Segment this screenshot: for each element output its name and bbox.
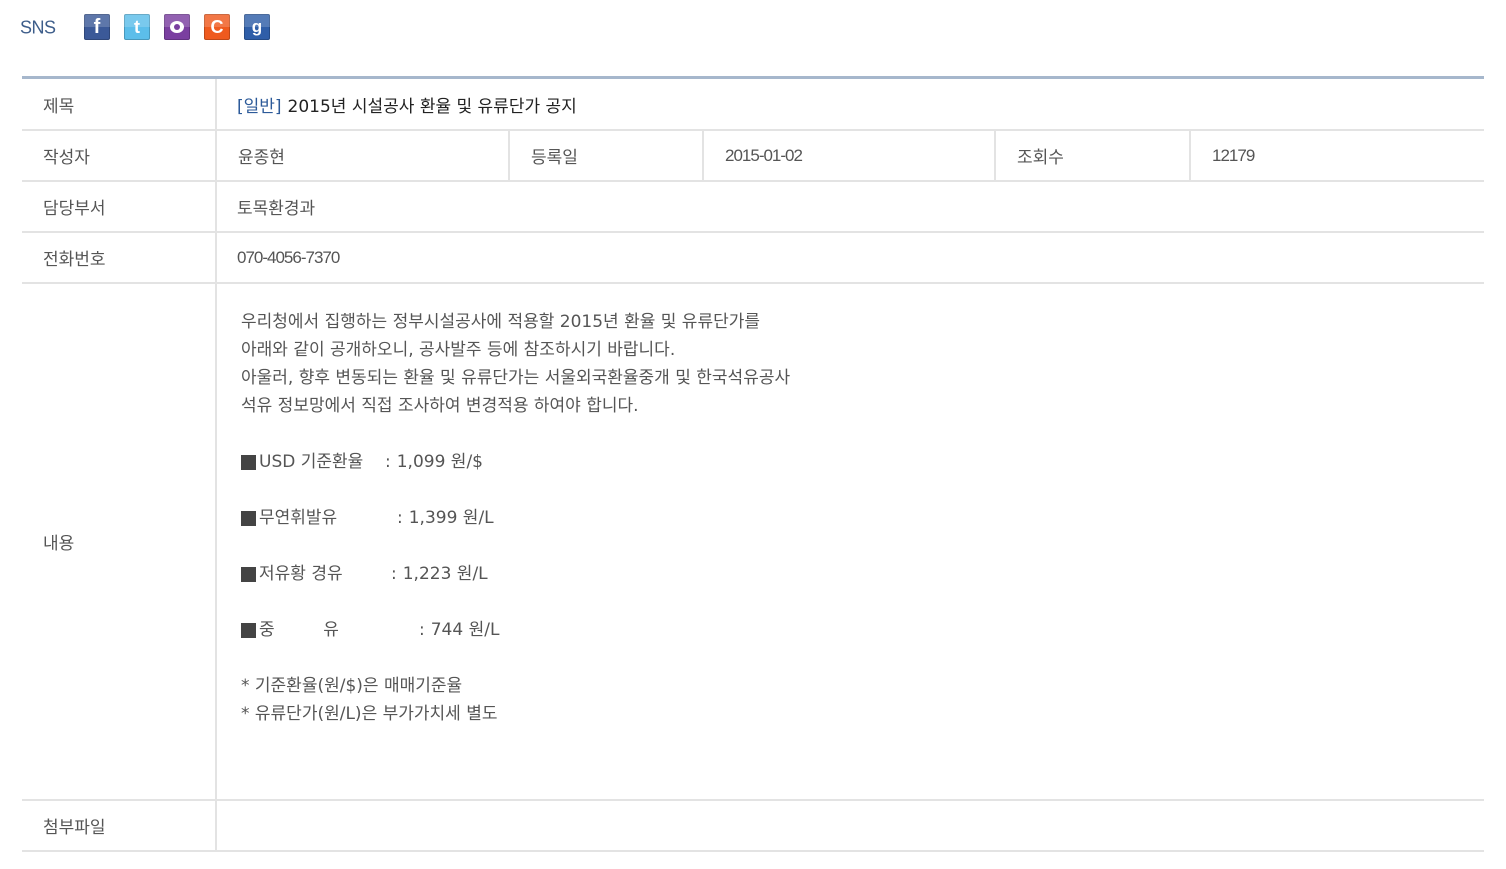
note-line: * 유류단가(원/L)은 부가가치세 별도 xyxy=(241,704,498,724)
sns-icon-group: f t C g xyxy=(84,14,270,40)
dept-value: 토목환경과 xyxy=(237,199,316,219)
rate-value: 744 원/L xyxy=(430,620,500,640)
views-value: 12179 xyxy=(1212,145,1255,165)
content-body: 우리청에서 집행하는 정부시설공사에 적용할 2015년 환율 및 유류단가를 … xyxy=(217,284,1484,799)
attachment-label: 첨부파일 xyxy=(22,801,217,850)
kakaostory-icon[interactable] xyxy=(164,14,190,40)
phone-label: 전화번호 xyxy=(22,233,217,282)
dept-label: 담당부서 xyxy=(22,182,217,231)
rate-heavy-oil: 중 유 : 744 원/L xyxy=(241,616,1484,644)
attachment-row: 첨부파일 xyxy=(22,801,1484,852)
attachment-value xyxy=(217,801,1484,850)
content-label: 내용 xyxy=(22,284,217,799)
square-bullet-icon xyxy=(241,454,256,470)
rate-value: 1,099 원/$ xyxy=(396,452,483,472)
rate-diesel: 저유황 경유 : 1,223 원/L xyxy=(241,560,1484,588)
facebook-icon[interactable]: f xyxy=(84,14,110,40)
rate-value: 1,399 원/L xyxy=(408,508,494,528)
square-bullet-icon xyxy=(241,566,256,582)
post-detail-table: 제목 [일반] 2015년 시설공사 환율 및 유류단가 공지 작성자 윤종현 … xyxy=(22,76,1484,852)
date-value: 2015-01-02 xyxy=(704,131,996,180)
rate-name: 저유황 경유 xyxy=(259,564,343,584)
post-title: 2015년 시설공사 환율 및 유류단가 공지 xyxy=(287,96,577,117)
rate-usd: USD 기준환율 : 1,099 원/$ xyxy=(241,448,1484,476)
rate-name: USD 기준환율 xyxy=(259,452,364,472)
views-label: 조회수 xyxy=(996,131,1191,180)
meta-row: 작성자 윤종현 등록일 2015-01-02 조회수 12179 xyxy=(22,131,1484,182)
sns-label: SNS xyxy=(20,15,56,37)
square-bullet-icon xyxy=(241,622,256,638)
content-paragraph: 우리청에서 집행하는 정부시설공사에 적용할 2015년 환율 및 유류단가를 xyxy=(241,312,761,332)
content-paragraph: 아울러, 향후 변동되는 환율 및 유류단가는 서울외국환율중개 및 한국석유공… xyxy=(241,368,791,388)
category-tag: [일반] xyxy=(237,96,282,117)
square-bullet-icon xyxy=(241,510,256,526)
title-cell: [일반] 2015년 시설공사 환율 및 유류단가 공지 xyxy=(217,79,1484,129)
rate-name: 무연휘발유 xyxy=(259,508,338,528)
author-value: 윤종현 xyxy=(217,131,510,180)
date-label: 등록일 xyxy=(510,131,704,180)
content-paragraph: 아래와 같이 공개하오니, 공사발주 등에 참조하시기 바랍니다. xyxy=(241,340,676,360)
google-icon[interactable]: g xyxy=(244,14,270,40)
rate-value: 1,223 원/L xyxy=(402,564,488,584)
title-row: 제목 [일반] 2015년 시설공사 환율 및 유류단가 공지 xyxy=(22,79,1484,131)
content-paragraph: 석유 정보망에서 직접 조사하여 변경적용 하여야 합니다. xyxy=(241,396,639,416)
phone-value: 070-4056-7370 xyxy=(237,247,340,267)
dept-row: 담당부서 토목환경과 xyxy=(22,182,1484,233)
author-label: 작성자 xyxy=(22,131,217,180)
note-line: * 기준환율(원/$)은 매매기준율 xyxy=(241,676,463,696)
rate-gasoline: 무연휘발유 : 1,399 원/L xyxy=(241,504,1484,532)
content-row: 내용 우리청에서 집행하는 정부시설공사에 적용할 2015년 환율 및 유류단… xyxy=(22,284,1484,801)
phone-row: 전화번호 070-4056-7370 xyxy=(22,233,1484,284)
sns-share-bar: SNS f t C g xyxy=(20,12,270,42)
rate-name: 중 유 xyxy=(259,620,339,640)
cyworld-icon[interactable]: C xyxy=(204,14,230,40)
title-label: 제목 xyxy=(22,79,217,129)
twitter-icon[interactable]: t xyxy=(124,14,150,40)
